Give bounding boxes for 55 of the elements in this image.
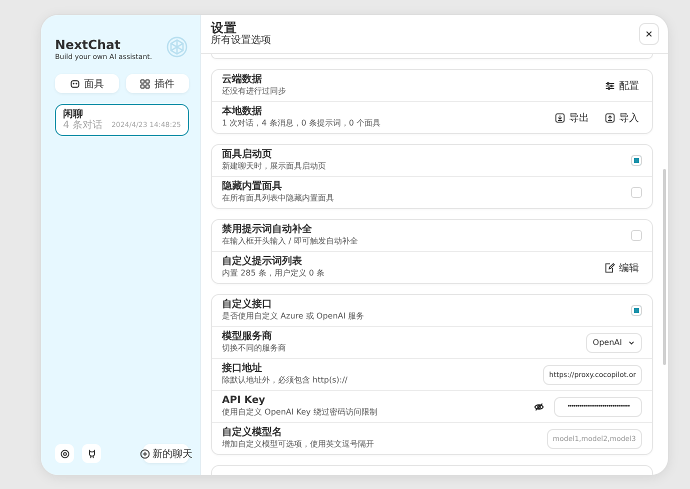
setting-title: 本地数据 [222, 106, 263, 118]
setting-description: 切换不同的服务商 [222, 344, 286, 354]
setting-description: 使用自定义 OpenAI Key 绕过密码访问限制 [222, 408, 378, 418]
settings-icon [60, 448, 70, 458]
action-button[interactable]: 导出 [552, 108, 592, 126]
setting-description: 是否使用自定义 Azure 或 OpenAI 服务 [222, 312, 364, 322]
chat-title: 闲聊 [63, 109, 83, 120]
setting-description: 在所有面具列表中隐藏内置面具 [222, 194, 334, 204]
github-button[interactable] [82, 444, 101, 463]
sliders-icon [605, 80, 615, 90]
setting-title: 自定义接口 [222, 298, 273, 310]
setting-title: API Key [222, 394, 266, 406]
setting-description: 内置 285 条，用户定义 0 条 [222, 268, 325, 278]
action-button[interactable]: 编辑 [602, 258, 642, 276]
setting-description: 在输入框开头输入 / 即可触发自动补全 [222, 236, 358, 246]
mask-icon [70, 78, 80, 88]
page-subtitle: 所有设置选项 [211, 35, 271, 47]
setting-title: 接口地址 [222, 362, 263, 374]
download-icon [555, 112, 565, 122]
caret-icon [628, 339, 635, 346]
upload-icon [605, 112, 615, 122]
logo-icon [165, 35, 189, 59]
setting-title: 隐藏内置面具 [222, 180, 283, 192]
checkbox[interactable] [631, 230, 642, 241]
chat-count: 4 条对话 [63, 120, 103, 131]
page-title: 设置 [211, 21, 238, 35]
sidebar-button[interactable]: 面具 [55, 74, 118, 93]
settings-button[interactable] [55, 444, 74, 463]
action-button[interactable]: 导入 [602, 108, 642, 126]
setting-title: 自定义模型名 [222, 426, 283, 438]
setting-title: 云端数据 [222, 74, 263, 86]
setting-title: 禁用提示词自动补全 [222, 224, 313, 236]
checkbox[interactable] [631, 187, 642, 198]
eye-off-icon[interactable] [534, 402, 544, 412]
close-button[interactable] [639, 23, 659, 45]
scrollbar[interactable] [663, 169, 666, 365]
setting-title: 自定义提示词列表 [222, 256, 303, 268]
app-title: NextChat [55, 37, 122, 52]
setting-description: 增加自定义模型可选项，使用英文逗号隔开 [222, 440, 374, 450]
close-icon [645, 30, 653, 38]
setting-description: 除默认地址外，必须包含 http(s):// [222, 376, 348, 386]
github-icon [86, 448, 96, 458]
checkbox[interactable] [631, 305, 642, 316]
setting-title: 模型服务商 [222, 330, 273, 342]
edit-icon [605, 262, 615, 272]
setting-description: 还没有进行过同步 [222, 86, 286, 96]
sidebar-button[interactable]: 插件 [126, 74, 189, 93]
setting-description: 新建聊天时，展示面具启动页 [222, 162, 326, 172]
setting-description: 1 次对话，4 条消息，0 条提示词，0 个面具 [222, 118, 381, 128]
action-button[interactable]: 配置 [602, 76, 642, 94]
setting-title: 面具启动页 [222, 148, 273, 160]
checkbox[interactable] [631, 155, 642, 166]
select-dropdown[interactable]: OpenAI [586, 332, 642, 352]
grid-icon [140, 78, 150, 88]
plus-circle-icon [140, 448, 150, 458]
